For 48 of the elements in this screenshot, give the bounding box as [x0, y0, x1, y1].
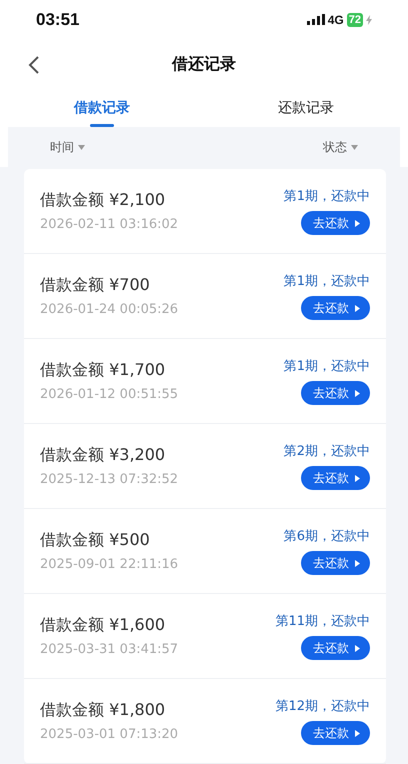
loan-status: 第11期，还款中	[275, 613, 370, 630]
loan-status: 第2期，还款中	[284, 443, 370, 460]
repay-button[interactable]: 去还款	[301, 296, 370, 320]
caret-right-icon	[355, 474, 360, 482]
loan-amount: 借款金额 ¥1,700	[40, 360, 166, 382]
caret-right-icon	[355, 220, 360, 227]
loan-time: 2026-01-12 00:51:55	[40, 387, 178, 402]
loan-time: 2025-03-31 03:41:57	[40, 642, 178, 658]
caret-right-icon	[355, 644, 360, 652]
caret-down-icon	[78, 144, 85, 150]
repay-button[interactable]: 去还款	[301, 211, 370, 236]
loan-amount: 借款金额 ¥1,800	[40, 700, 166, 722]
caret-right-icon	[355, 560, 360, 567]
loan-amount: 借款金额 ¥3,200	[40, 445, 166, 466]
loan-status: 第1期，还款中	[284, 358, 370, 376]
loan-time: 2025-12-13 07:32:52	[40, 472, 178, 488]
loan-amount: 借款金额 ¥700	[40, 275, 151, 296]
status-time: 03:51	[36, 10, 80, 30]
caret-right-icon	[355, 390, 360, 397]
caret-right-icon	[355, 304, 360, 312]
loan-status: 第1期，还款中	[284, 188, 370, 206]
repay-button[interactable]: 去还款	[301, 466, 370, 490]
page-title: 借还记录	[172, 54, 236, 76]
loan-time: 2026-01-24 00:05:26	[40, 302, 178, 318]
loan-amount: 借款金额 ¥2,100	[40, 190, 166, 212]
repay-button[interactable]: 去还款	[301, 721, 370, 746]
loan-amount: 借款金额 ¥1,600	[40, 615, 166, 636]
charging-icon	[366, 14, 372, 25]
loan-status: 第12期，还款中	[275, 698, 370, 716]
loan-time: 2026-02-11 03:16:02	[40, 217, 178, 232]
tab[interactable]: 借款记录	[0, 89, 204, 128]
repay-button[interactable]: 去还款	[301, 551, 370, 576]
network-label: 4G	[328, 12, 344, 27]
caret-right-icon	[355, 730, 360, 737]
repay-button[interactable]: 去还款	[301, 381, 370, 406]
loan-time: 2025-09-01 22:11:16	[40, 557, 178, 572]
loan-amount: 借款金额 ¥500	[40, 530, 151, 552]
filter-dropdown[interactable]: 状态	[323, 138, 358, 156]
tab[interactable]: 还款记录	[204, 89, 408, 128]
battery-level: 72	[346, 12, 363, 27]
loan-status: 第1期，还款中	[284, 273, 370, 290]
repay-button[interactable]: 去还款	[301, 636, 370, 660]
loan-time: 2025-03-01 07:13:20	[40, 727, 178, 742]
signal-icon	[306, 14, 325, 26]
back-icon[interactable]	[28, 54, 40, 75]
filter-dropdown[interactable]: 时间	[50, 138, 85, 156]
loan-status: 第6期，还款中	[284, 528, 370, 546]
caret-down-icon	[351, 144, 358, 150]
